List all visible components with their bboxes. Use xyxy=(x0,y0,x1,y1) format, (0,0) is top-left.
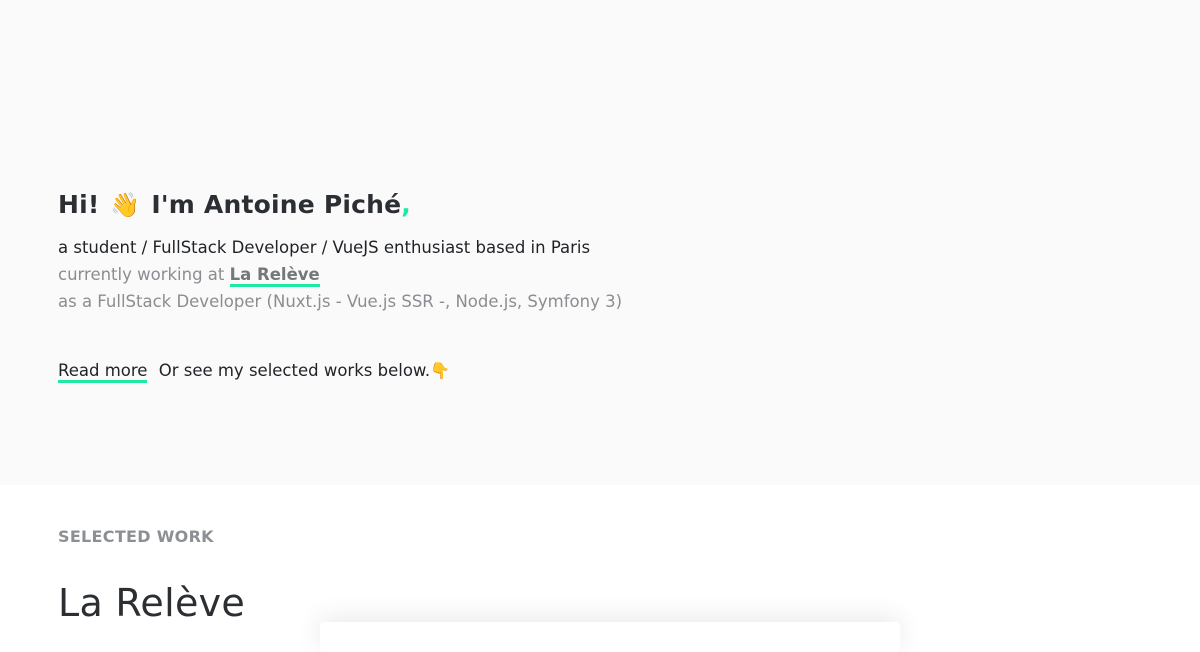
call-to-action: Read more Or see my selected works below… xyxy=(58,357,1158,385)
wave-icon: 👋 xyxy=(110,191,141,219)
accent-comma: , xyxy=(401,190,411,219)
intro-line-role: a student / FullStack Developer / VueJS … xyxy=(58,238,591,257)
intro-text: a student / FullStack Developer / VueJS … xyxy=(58,234,1158,315)
cta-text: Or see my selected works below. xyxy=(158,361,431,380)
read-more-link[interactable]: Read more xyxy=(58,361,148,383)
hero-content: Hi! 👋 I'm Antoine Piché, a student / Ful… xyxy=(58,187,1158,385)
greeting-heading: Hi! 👋 I'm Antoine Piché, xyxy=(58,187,1158,223)
work-preview-card[interactable] xyxy=(320,622,900,652)
greeting-prefix: Hi! xyxy=(58,190,100,219)
intro-company-prefix: currently working at xyxy=(58,265,230,284)
company-link[interactable]: La Relève xyxy=(229,265,320,287)
name-text: I'm Antoine Piché xyxy=(151,190,402,219)
intro-line-company: currently working at La Relève xyxy=(58,261,1158,288)
work-title[interactable]: La Relève xyxy=(58,578,245,628)
intro-line-stack: as a FullStack Developer (Nuxt.js - Vue.… xyxy=(58,292,623,311)
pointing-down-icon: 👇 xyxy=(430,361,451,380)
section-label-selected-work: SELECTED WORK xyxy=(58,527,214,546)
hero-section: Hi! 👋 I'm Antoine Piché, a student / Ful… xyxy=(0,0,1200,485)
